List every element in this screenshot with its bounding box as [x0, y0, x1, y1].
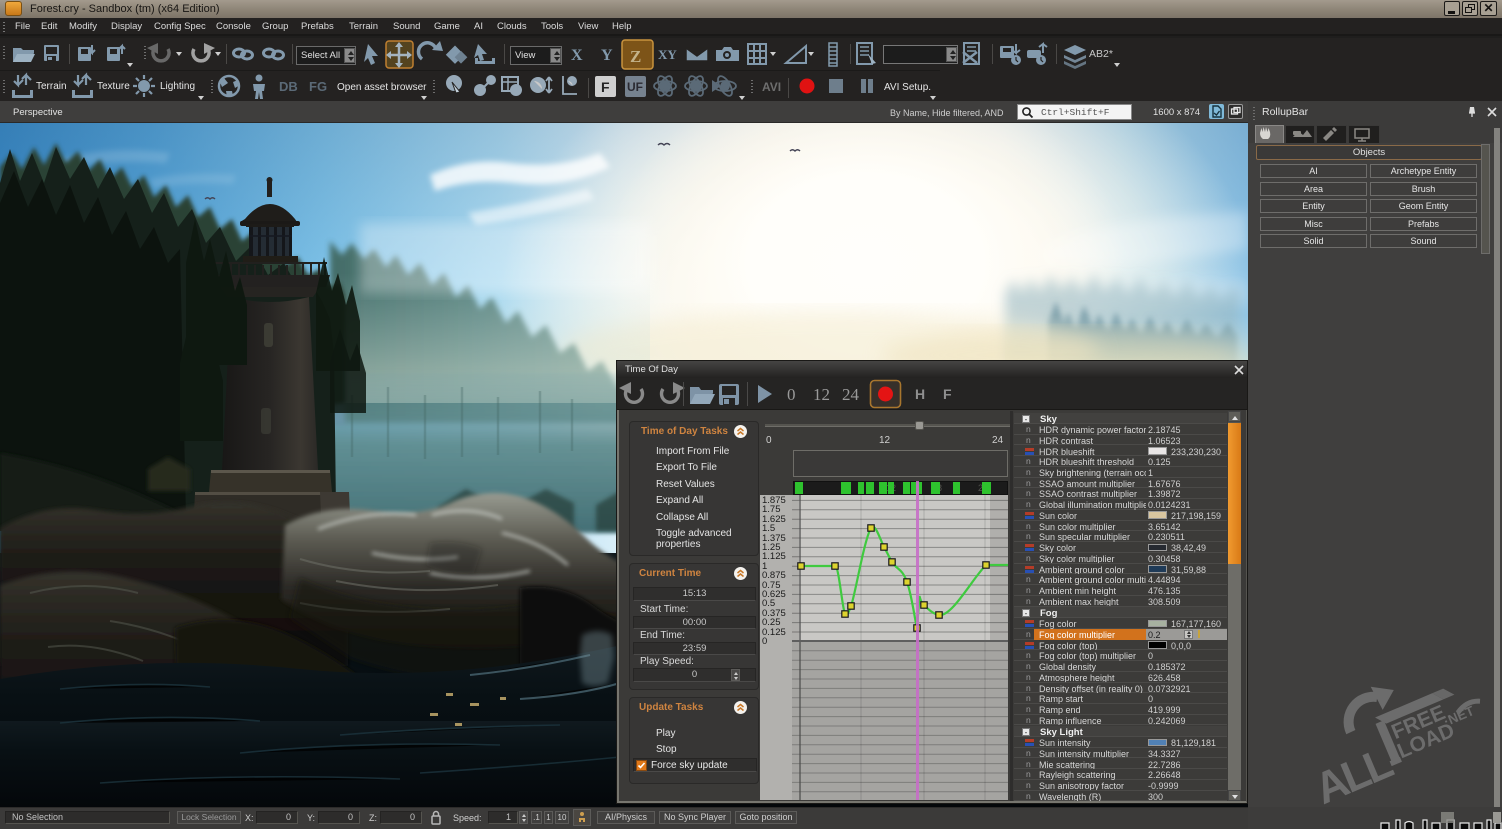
svg-text:0: 0: [787, 385, 796, 404]
svg-text:FG: FG: [309, 79, 327, 94]
svg-text:24: 24: [842, 385, 860, 404]
svg-text:F: F: [601, 79, 610, 95]
svg-text:AB2*: AB2*: [1089, 48, 1113, 60]
svg-text:AVI Setup.: AVI Setup.: [884, 82, 931, 93]
svg-text:AVI: AVI: [762, 80, 781, 94]
svg-text:UF: UF: [627, 80, 643, 94]
svg-text:Open asset browser: Open asset browser: [337, 82, 427, 93]
svg-text:Z: Z: [630, 47, 641, 66]
svg-text:XY: XY: [658, 47, 677, 62]
svg-text:Y: Y: [601, 47, 613, 64]
svg-text:12: 12: [813, 385, 830, 404]
svg-text:H: H: [915, 386, 925, 402]
svg-text:F: F: [943, 386, 952, 402]
svg-text:X: X: [571, 47, 583, 64]
svg-text:DB: DB: [279, 79, 298, 94]
svg-text:·NET: ·NET: [1441, 703, 1477, 729]
